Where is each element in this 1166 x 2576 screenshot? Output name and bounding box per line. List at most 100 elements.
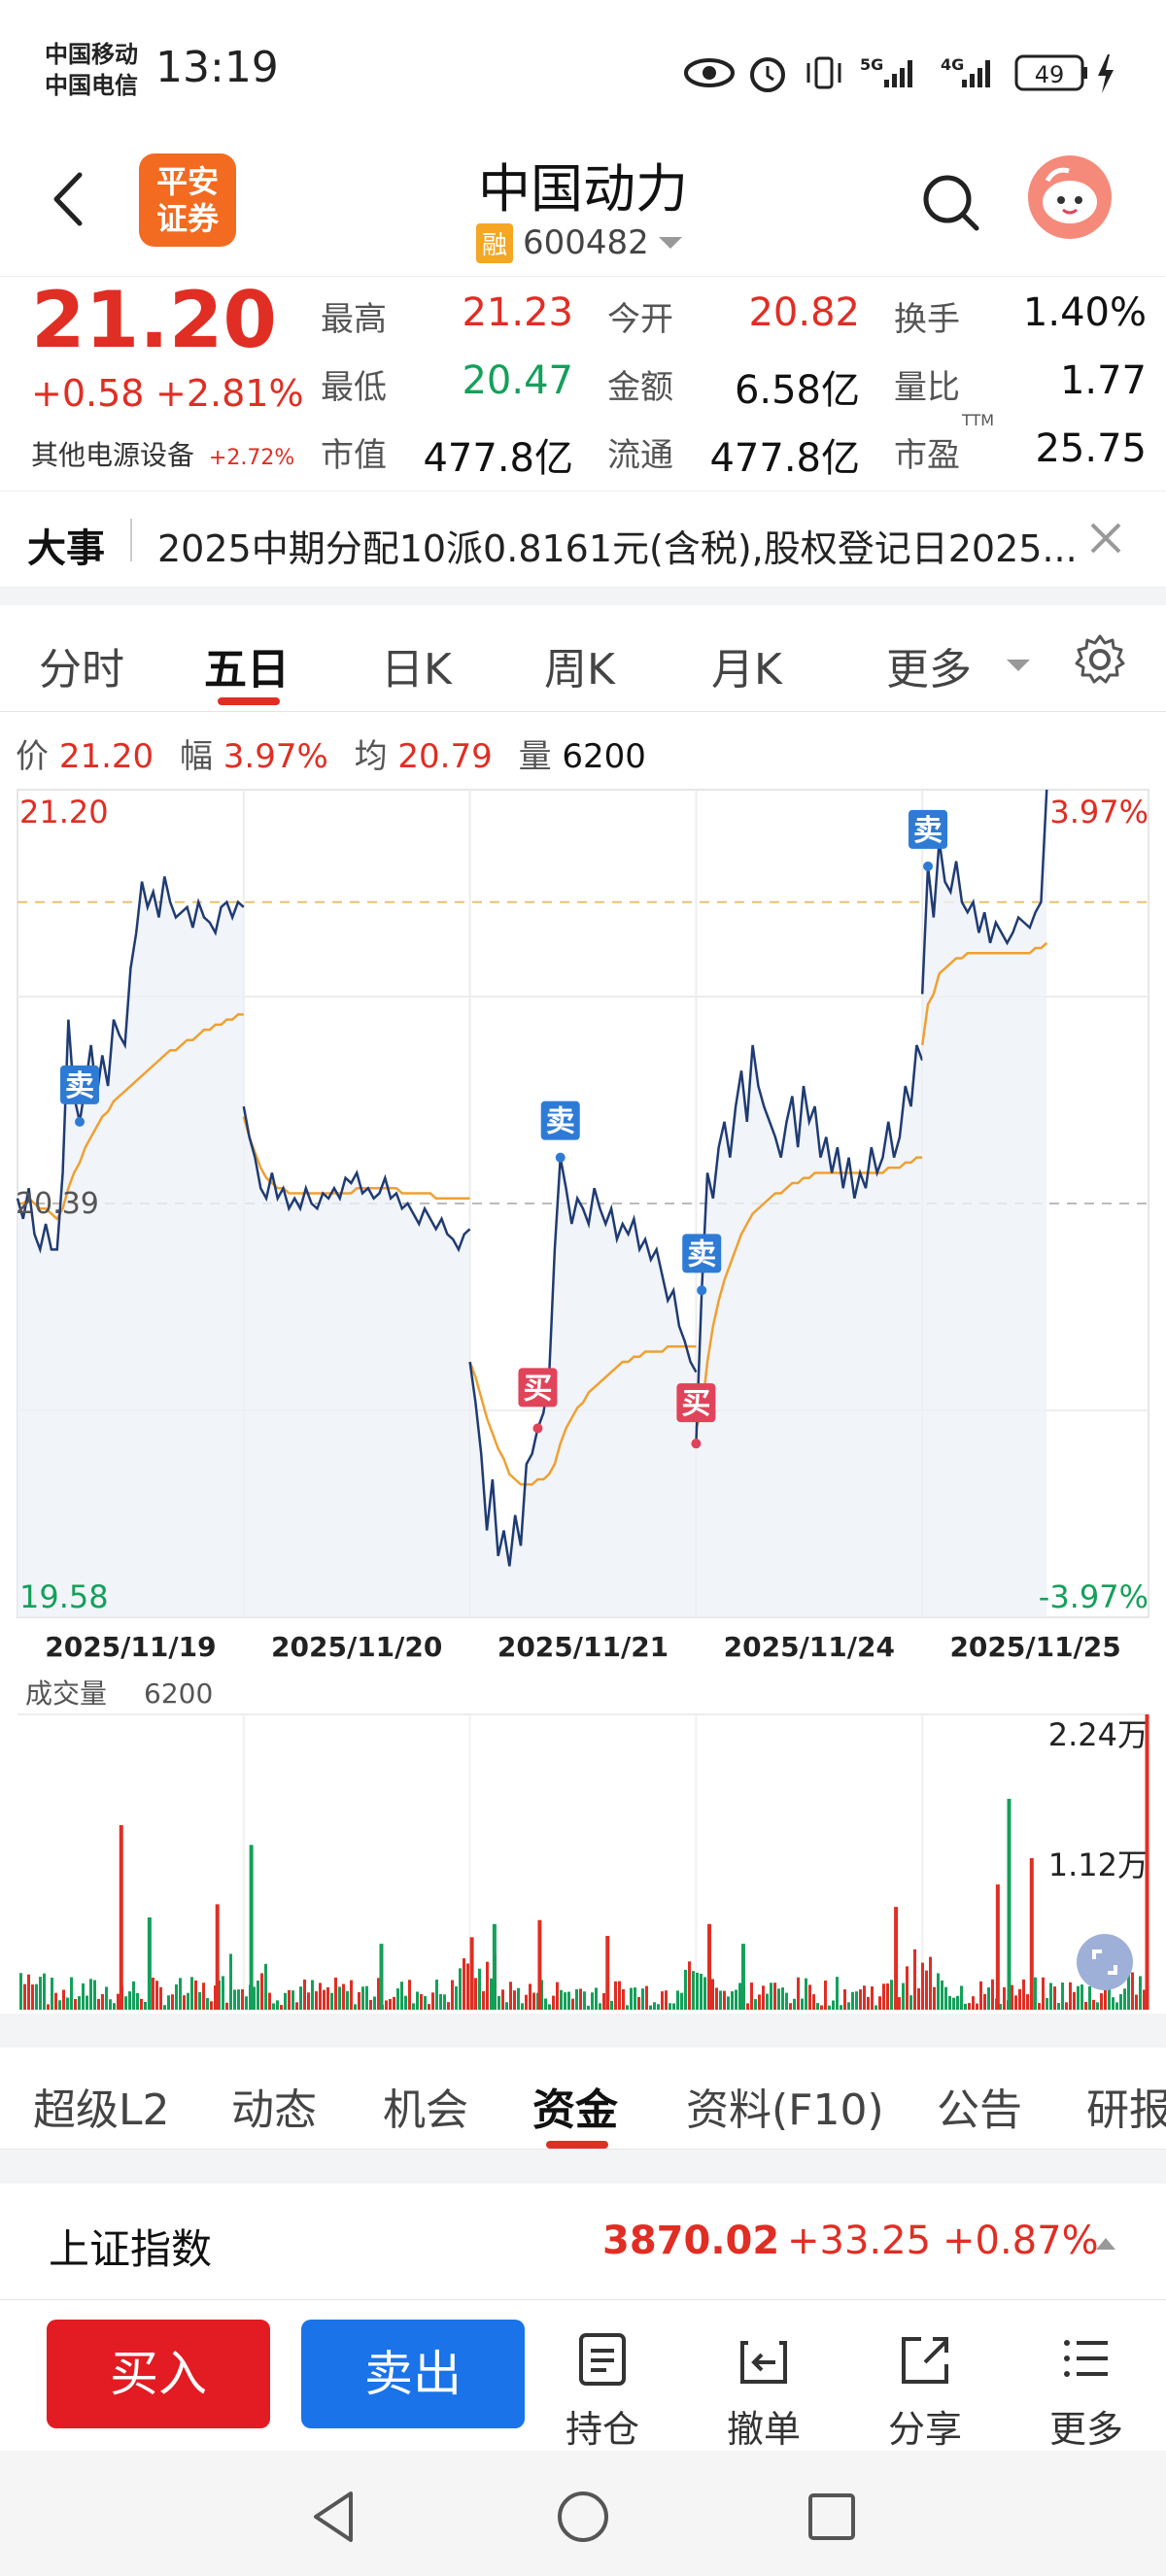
- more-button[interactable]: 更多: [1028, 2329, 1145, 2453]
- tab-capital[interactable]: 资金: [532, 2075, 618, 2137]
- volume-bar: [23, 1983, 26, 2010]
- price-area-day-2: [243, 1106, 470, 1617]
- stat-value: 1.77: [1059, 358, 1147, 403]
- charging-icon: [1098, 54, 1114, 93]
- volume-bar: [1014, 1995, 1017, 2010]
- stat-label: 今开: [607, 300, 673, 339]
- volume-bar: [276, 2000, 279, 2010]
- volume-bar: [66, 1997, 69, 2010]
- volume-bar: [622, 1988, 625, 2010]
- volume-top-label: 2.24万: [1048, 1716, 1149, 1753]
- volume-bar: [703, 1977, 706, 2010]
- volume-bar: [428, 2004, 430, 2010]
- volume-bar: [544, 1998, 547, 2010]
- expand-icon: [1092, 1949, 1117, 1975]
- search-button[interactable]: [918, 170, 986, 238]
- stat-label: 最低: [321, 368, 387, 407]
- tab-monthly-k[interactable]: 月K: [711, 634, 782, 696]
- clock: 13:19: [155, 43, 279, 92]
- caret-up-icon: [1096, 2238, 1115, 2250]
- volume-bar: [97, 1998, 100, 2010]
- assistant-avatar[interactable]: [1028, 155, 1112, 239]
- tab-announcements[interactable]: 公告: [937, 2075, 1022, 2137]
- tab-news[interactable]: 动态: [231, 2075, 317, 2137]
- tab-more[interactable]: 更多: [886, 634, 972, 696]
- volume-bar: [1026, 1994, 1029, 2010]
- volume-bar: [637, 1997, 640, 2010]
- tab-f10[interactable]: 资料(F10): [686, 2075, 884, 2137]
- cancel-order-button[interactable]: 撤单: [705, 2329, 822, 2453]
- chart-settings-button[interactable]: [1073, 632, 1127, 687]
- buy-marker-label: 买: [681, 1387, 710, 1421]
- volume-bar: [599, 2003, 601, 2010]
- event-close-button[interactable]: [1086, 519, 1125, 558]
- nav-home-icon[interactable]: [554, 2488, 612, 2546]
- volume-bar: [292, 1990, 294, 2010]
- sell-marker-label: 卖: [65, 1069, 94, 1103]
- tab-five-day[interactable]: 五日: [204, 634, 290, 696]
- index-ticker[interactable]: 上证指数 3870.02 +33.25 +0.87%: [0, 2184, 1166, 2300]
- volume-bar: [645, 1985, 648, 2010]
- period-tabs: 分时 五日 日K 周K 月K 更多: [0, 605, 1166, 712]
- volume-bar: [976, 2003, 978, 2010]
- tab-intraday[interactable]: 分时: [39, 634, 124, 696]
- volume-bar: [665, 1990, 668, 2010]
- volume-bar: [171, 1994, 174, 2010]
- tab-daily-k[interactable]: 日K: [381, 634, 452, 696]
- volume-bar: [490, 1978, 493, 2010]
- tab-research[interactable]: 研报: [1086, 2075, 1166, 2137]
- volume-bar: [342, 1983, 345, 2010]
- volume-bar: [175, 1983, 178, 2010]
- stock-code-selector[interactable]: 融 600482: [476, 222, 684, 263]
- x-axis-date-label: 2025/11/25: [949, 1631, 1120, 1663]
- volume-spike-bar: [147, 1917, 152, 2010]
- volume-bar: [105, 1986, 108, 2010]
- volume-bar: [983, 1993, 986, 2010]
- tab-super-l2[interactable]: 超级L2: [33, 2075, 170, 2137]
- nav-recents-icon[interactable]: [803, 2488, 861, 2546]
- tab-opportunity[interactable]: 机会: [383, 2075, 468, 2137]
- volume-bar: [179, 1978, 182, 2010]
- volume-bar: [820, 2005, 823, 2010]
- volume-bar: [840, 2005, 842, 2010]
- volume-bar: [505, 2002, 508, 2010]
- volume-bar: [960, 1985, 963, 2010]
- nav-back-icon[interactable]: [306, 2488, 364, 2546]
- volume-bar: [194, 1980, 197, 2010]
- margin-badge: 融: [476, 222, 514, 263]
- volume-bar: [641, 1988, 644, 2010]
- event-banner[interactable]: 大事 2025中期分配10派0.8161元(含税),股权登记日2025...: [0, 491, 1166, 588]
- position-button[interactable]: 持仓: [544, 2329, 661, 2453]
- fullscreen-button[interactable]: [1077, 1934, 1133, 1990]
- sector-link[interactable]: 其他电源设备 +2.72%: [31, 434, 294, 473]
- volume-bar: [346, 1990, 349, 2010]
- volume-bar: [1022, 1979, 1025, 2010]
- buy-button[interactable]: 买入: [47, 2320, 270, 2428]
- tab-weekly-k[interactable]: 周K: [544, 634, 615, 696]
- volume-bar: [1115, 2002, 1118, 2010]
- volume-bar: [443, 1994, 446, 2010]
- trade-marker-dot: [555, 1152, 566, 1163]
- chart-area[interactable]: 价 21.20 幅 3.97% 均 20.79 量 6200 卖买卖卖买卖 21.…: [0, 712, 1166, 2014]
- volume-bar: [719, 1990, 722, 2010]
- volume-bar: [680, 1992, 683, 2010]
- volume-bar: [909, 1995, 912, 2010]
- volume-bar: [513, 1990, 516, 2010]
- volume-bar: [824, 1980, 827, 2010]
- volume-bar: [789, 2003, 792, 2010]
- stat-label: 市盈: [894, 436, 960, 475]
- volume-bar: [1042, 1977, 1045, 2010]
- price-area-day-3: [469, 1157, 697, 1617]
- status-icons: 5G 4G 49: [680, 49, 1127, 97]
- volume-bar: [1096, 2002, 1099, 2010]
- sell-button[interactable]: 卖出: [301, 2320, 525, 2428]
- volume-bar: [676, 1990, 679, 2010]
- five-day-chart[interactable]: 卖买卖卖买卖21.2019.5820.393.97%-3.97%2025/11/…: [0, 712, 1166, 2014]
- volume-bar: [43, 1973, 46, 2010]
- share-button[interactable]: 分享: [867, 2329, 983, 2453]
- volume-bar: [334, 1977, 337, 2010]
- stock-code: 600482: [523, 223, 649, 262]
- volume-bar: [700, 1973, 703, 2010]
- volume-bar: [326, 1986, 329, 2010]
- volume-bar: [1061, 1983, 1064, 2010]
